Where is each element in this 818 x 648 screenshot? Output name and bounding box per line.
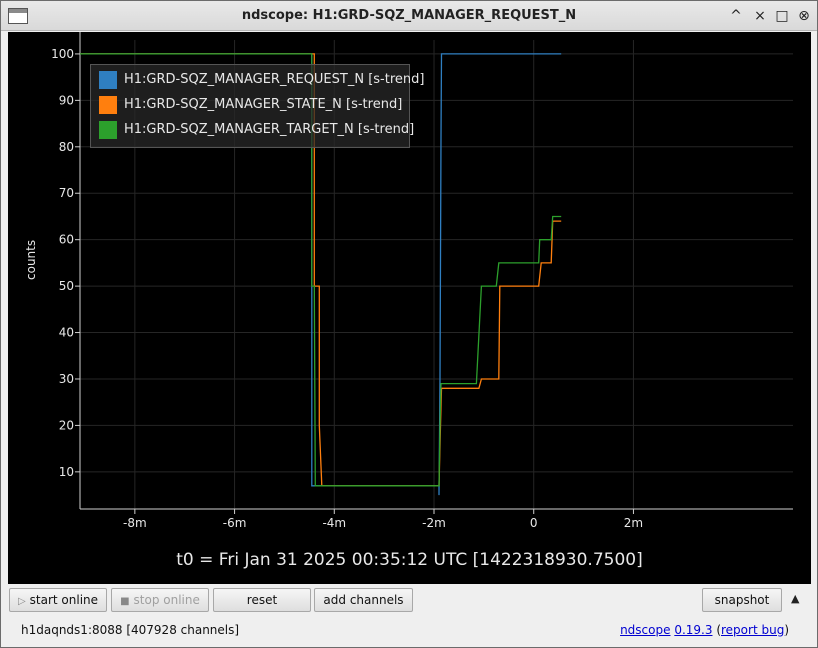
ndscope-window: ndscope: H1:GRD-SQZ_MANAGER_REQUEST_N ^ … [0,0,818,648]
legend-swatch-request [99,71,117,89]
ndscope-link[interactable]: ndscope [620,623,670,637]
start-online-button[interactable]: ▷ start online [9,588,107,612]
legend-label-target: H1:GRD-SQZ_MANAGER_TARGET_N [s-trend] [124,122,415,137]
add-channels-button[interactable]: add channels [314,588,413,612]
y-tick-label: 40 [59,326,74,340]
status-bar: h1daqnds1:8088 [407928 channels] ndscope… [1,616,817,644]
x-tick-label: -2m [422,516,446,530]
version-info: ndscope 0.19.3 (report bug) [620,623,789,637]
y-tick-label: 60 [59,233,74,247]
y-tick-label: 50 [59,279,74,293]
x-tick-label: -4m [322,516,346,530]
server-status: h1daqnds1:8088 [407928 channels] [21,623,240,637]
t0-label: t0 = Fri Jan 31 2025 00:35:12 UTC [14223… [176,550,643,570]
legend-swatch-state [99,96,117,114]
y-tick-label: 100 [51,47,74,61]
play-icon: ▷ [17,596,26,607]
snapshot-button[interactable]: snapshot [702,588,782,612]
y-tick-label: 10 [59,465,74,479]
x-tick-label: 0 [530,516,538,530]
legend[interactable]: H1:GRD-SQZ_MANAGER_REQUEST_N [s-trend] H… [90,64,424,148]
y-tick-label: 20 [59,418,74,432]
x-tick-label: -6m [223,516,247,530]
y-tick-label: 70 [59,186,74,200]
toolbar: ▷ start online ■ stop online reset add cha… [1,586,817,614]
y-axis-label: counts [24,239,38,280]
legend-label-state: H1:GRD-SQZ_MANAGER_STATE_N [s-trend] [124,97,403,112]
x-tick-label: 2m [624,516,643,530]
start-online-label: start online [29,593,99,607]
stop-online-button[interactable]: ■ stop online [111,588,209,612]
plot-area[interactable]: 10 20 30 40 50 60 70 80 90 100 -8m -6m -4m -2m 0 2m cou… [8,32,811,584]
window-title: ndscope: H1:GRD-SQZ_MANAGER_REQUEST_N [241,8,577,23]
legend-swatch-target [99,121,117,139]
legend-label-request: H1:GRD-SQZ_MANAGER_REQUEST_N [s-trend] [124,72,425,87]
y-tick-label: 30 [59,372,74,386]
y-tick-label: 90 [59,93,74,107]
y-tick-label: 80 [59,140,74,154]
reset-button[interactable]: reset [213,588,311,612]
stop-online-label: stop online [133,593,200,607]
x-tick-label: -8m [123,516,147,530]
collapse-toolbar-icon[interactable]: ▲ [791,592,805,606]
report-bug-link[interactable]: report bug [721,623,784,637]
close-window-icon[interactable]: ⊗ [795,7,813,25]
maximize-icon[interactable]: □ [773,7,791,25]
close-paren: ) [784,623,789,637]
title-bar[interactable]: ndscope: H1:GRD-SQZ_MANAGER_REQUEST_N ^ … [1,1,817,31]
keep-above-icon[interactable]: ^ [727,7,745,25]
version-link[interactable]: 0.19.3 [674,623,712,637]
close-small-icon[interactable]: × [751,7,769,25]
stop-icon: ■ [120,596,130,607]
